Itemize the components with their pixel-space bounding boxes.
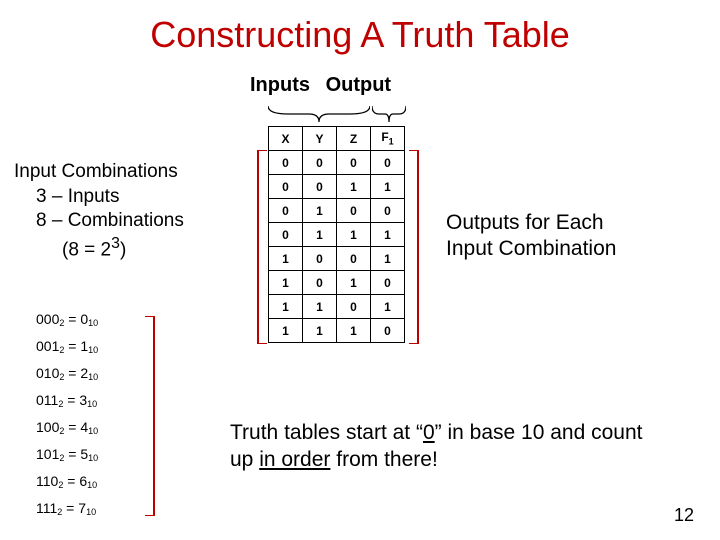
list-item: 0002 = 010 xyxy=(36,312,98,326)
table-row: 0111 xyxy=(269,223,405,247)
inputs-column-bracket-icon xyxy=(256,150,268,344)
table-row: 0000 xyxy=(269,151,405,175)
text-line: (8 = 23) xyxy=(62,234,184,263)
list-item: 0102 = 210 xyxy=(36,366,98,380)
table-row: 1010 xyxy=(269,271,405,295)
conversion-bracket-icon xyxy=(144,316,162,516)
inputs-brace-icon xyxy=(268,104,370,122)
page-title: Constructing A Truth Table xyxy=(0,14,720,56)
truth-table: X Y Z F1 0000 0011 0100 0111 1001 1010 1… xyxy=(268,126,405,343)
output-label: Output xyxy=(326,74,392,97)
table-row: 1001 xyxy=(269,247,405,271)
list-item: 0012 = 110 xyxy=(36,339,98,353)
list-item: 1112 = 710 xyxy=(36,501,98,515)
table-row: 0100 xyxy=(269,199,405,223)
table-row: 1110 xyxy=(269,319,405,343)
footer-note: Truth tables start at “0” in base 10 and… xyxy=(230,420,670,474)
inputs-label: Inputs xyxy=(250,74,310,97)
table-row: 0011 xyxy=(269,175,405,199)
col-x: X xyxy=(269,127,303,151)
list-item: 0112 = 310 xyxy=(36,393,98,407)
text-line: 3 – Inputs xyxy=(36,185,184,210)
truth-table-header: X Y Z F1 xyxy=(269,127,405,151)
slide-number: 12 xyxy=(674,505,694,526)
binary-decimal-list: 0002 = 010 0012 = 110 0102 = 210 0112 = … xyxy=(36,312,98,528)
text-line: 8 – Combinations xyxy=(36,209,184,234)
output-column-bracket-icon xyxy=(408,150,420,344)
output-brace-icon xyxy=(372,104,406,122)
text-line: Input Combination xyxy=(446,236,616,262)
io-header: Inputs Output xyxy=(250,74,391,97)
list-item: 1012 = 510 xyxy=(36,447,98,461)
list-item: 1002 = 410 xyxy=(36,420,98,434)
list-item: 1102 = 610 xyxy=(36,474,98,488)
text-line: Outputs for Each xyxy=(446,210,616,236)
col-z: Z xyxy=(337,127,371,151)
text-line: Input Combinations xyxy=(14,160,184,185)
input-combinations-note: Input Combinations 3 – Inputs 8 – Combin… xyxy=(14,160,184,263)
col-y: Y xyxy=(303,127,337,151)
col-f: F1 xyxy=(371,127,405,151)
table-row: 1101 xyxy=(269,295,405,319)
outputs-note: Outputs for Each Input Combination xyxy=(446,210,616,263)
